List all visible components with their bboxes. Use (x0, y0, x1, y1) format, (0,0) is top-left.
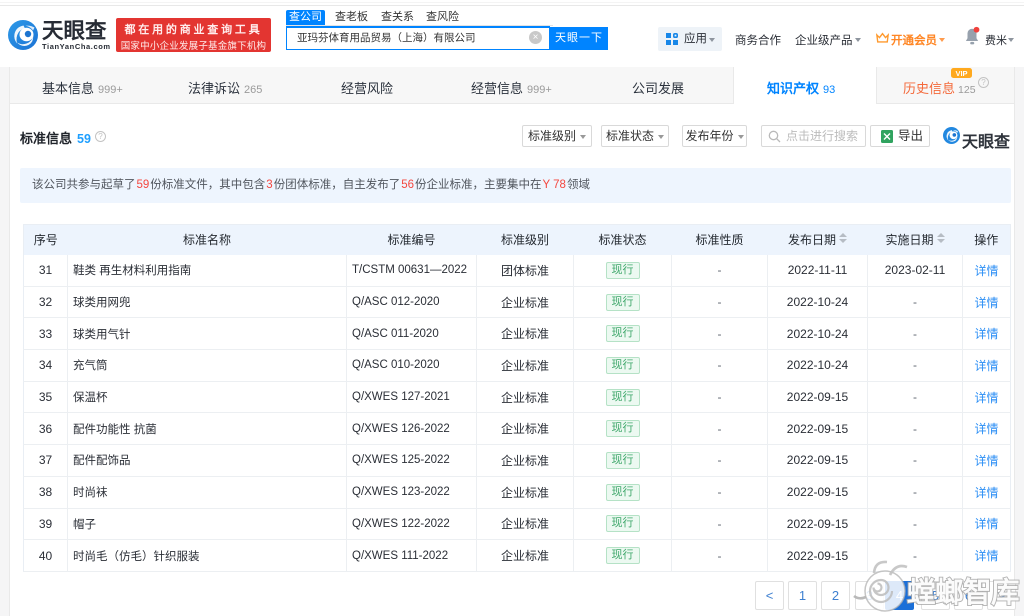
svg-text:螳螂智库: 螳螂智库 (907, 576, 1019, 609)
svg-text:VIP: VIP (955, 69, 967, 78)
